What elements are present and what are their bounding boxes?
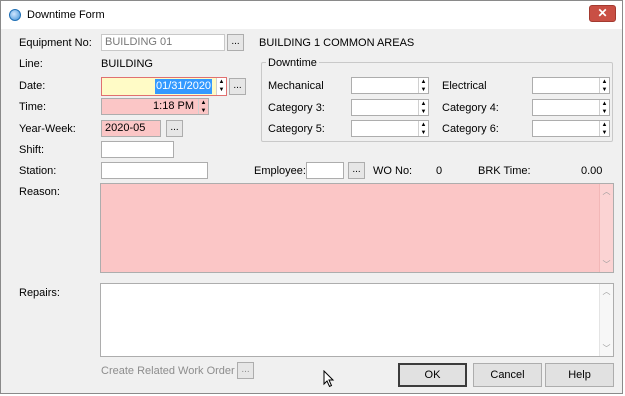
time-field[interactable]: 1:18 PM ▲ ▼ [101, 98, 209, 115]
scroll-up-icon[interactable]: ︿ [600, 286, 613, 297]
time-label: Time: [19, 101, 47, 113]
spin-down-icon[interactable]: ▼ [600, 86, 609, 93]
repairs-scrollbar[interactable]: ︿ ﹀ [599, 284, 613, 356]
electrical-label: Electrical [442, 80, 487, 92]
category-4-spinner[interactable]: ▲ ▼ [599, 100, 609, 115]
create-related-wo-label: Create Related Work Order [101, 365, 235, 377]
category-6-label: Category 6: [442, 123, 499, 135]
brk-time-value: 0.00 [581, 165, 603, 177]
spin-up-icon[interactable]: ▲ [600, 78, 609, 86]
year-week-field[interactable]: 2020-05 [101, 120, 161, 137]
date-picker-button[interactable]: ... [229, 78, 246, 95]
equipment-lookup-button[interactable]: ... [227, 34, 244, 51]
downtime-form-window: Downtime Form ✕ Equipment No: BUILDING 0… [0, 0, 623, 394]
spin-up-icon[interactable]: ▲ [419, 100, 428, 108]
station-label: Station: [19, 165, 57, 177]
wo-no-value: 0 [436, 165, 443, 177]
electrical-spinner[interactable]: ▲ ▼ [599, 78, 609, 93]
title-bar: Downtime Form ✕ [1, 1, 622, 29]
reason-label: Reason: [19, 186, 60, 198]
station-field[interactable] [101, 162, 208, 179]
create-related-wo-button[interactable]: ... [237, 362, 254, 379]
spin-down-icon[interactable]: ▼ [600, 129, 609, 136]
spin-up-icon[interactable]: ▲ [600, 100, 609, 108]
mechanical-field[interactable]: ▲ ▼ [351, 77, 429, 94]
reason-textarea[interactable]: ︿ ﹀ [100, 183, 614, 273]
help-button[interactable]: Help [545, 363, 614, 387]
employee-lookup-button[interactable]: ... [348, 162, 365, 179]
repairs-text [101, 284, 613, 288]
close-button[interactable]: ✕ [589, 5, 616, 22]
category-5-label: Category 5: [268, 123, 325, 135]
spin-up-icon[interactable]: ▲ [600, 121, 609, 129]
cancel-button[interactable]: Cancel [473, 363, 542, 387]
employee-field[interactable] [306, 162, 344, 179]
spin-down-icon[interactable]: ▼ [600, 108, 609, 115]
reason-text [101, 184, 613, 188]
category-3-label: Category 3: [268, 102, 325, 114]
equipment-no-field[interactable]: BUILDING 01 [101, 34, 225, 51]
time-spinner[interactable]: ▲ ▼ [198, 99, 208, 114]
date-value: 01/31/2020 [155, 79, 213, 94]
date-field[interactable]: 01/31/2020 ▲ ▼ [101, 77, 227, 96]
spin-up-icon[interactable]: ▲ [419, 121, 428, 129]
mechanical-spinner[interactable]: ▲ ▼ [418, 78, 428, 93]
scroll-down-icon[interactable]: ﹀ [600, 343, 613, 354]
spin-up-icon[interactable]: ▲ [419, 78, 428, 86]
scroll-up-icon[interactable]: ︿ [600, 186, 613, 197]
spin-down-icon[interactable]: ▼ [419, 129, 428, 136]
employee-label: Employee: [254, 165, 306, 177]
repairs-label: Repairs: [19, 287, 60, 299]
category-4-label: Category 4: [442, 102, 499, 114]
spin-down-icon[interactable]: ▼ [419, 108, 428, 115]
date-label: Date: [19, 80, 46, 92]
reason-scrollbar[interactable]: ︿ ﹀ [599, 184, 613, 272]
window-title: Downtime Form [27, 9, 105, 21]
line-value: BUILDING [101, 58, 153, 70]
wo-no-label: WO No: [373, 165, 413, 177]
spin-up-icon[interactable]: ▲ [217, 78, 226, 86]
equipment-description: BUILDING 1 COMMON AREAS [259, 37, 415, 49]
line-label: Line: [19, 58, 43, 70]
category-6-spinner[interactable]: ▲ ▼ [599, 121, 609, 136]
app-icon [9, 9, 21, 21]
spin-up-icon[interactable]: ▲ [199, 99, 208, 107]
time-value: 1:18 PM [153, 100, 194, 112]
date-spinner[interactable]: ▲ ▼ [216, 78, 226, 95]
category-3-spinner[interactable]: ▲ ▼ [418, 100, 428, 115]
category-3-field[interactable]: ▲ ▼ [351, 99, 429, 116]
shift-field[interactable] [101, 141, 174, 158]
mouse-pointer-icon [323, 370, 335, 388]
electrical-field[interactable]: ▲ ▼ [532, 77, 610, 94]
category-6-field[interactable]: ▲ ▼ [532, 120, 610, 137]
shift-label: Shift: [19, 144, 45, 156]
brk-time-label: BRK Time: [478, 165, 531, 177]
ok-button[interactable]: OK [398, 363, 467, 387]
equipment-no-label: Equipment No: [19, 37, 92, 49]
year-week-label: Year-Week: [19, 123, 76, 135]
spin-down-icon[interactable]: ▼ [419, 86, 428, 93]
downtime-group-title: Downtime [266, 57, 319, 69]
category-5-field[interactable]: ▲ ▼ [351, 120, 429, 137]
spin-down-icon[interactable]: ▼ [199, 107, 208, 114]
year-week-lookup-button[interactable]: ... [166, 120, 183, 137]
category-5-spinner[interactable]: ▲ ▼ [418, 121, 428, 136]
spin-down-icon[interactable]: ▼ [217, 86, 226, 94]
mechanical-label: Mechanical [268, 80, 324, 92]
repairs-textarea[interactable]: ︿ ﹀ [100, 283, 614, 357]
category-4-field[interactable]: ▲ ▼ [532, 99, 610, 116]
scroll-down-icon[interactable]: ﹀ [600, 259, 613, 270]
